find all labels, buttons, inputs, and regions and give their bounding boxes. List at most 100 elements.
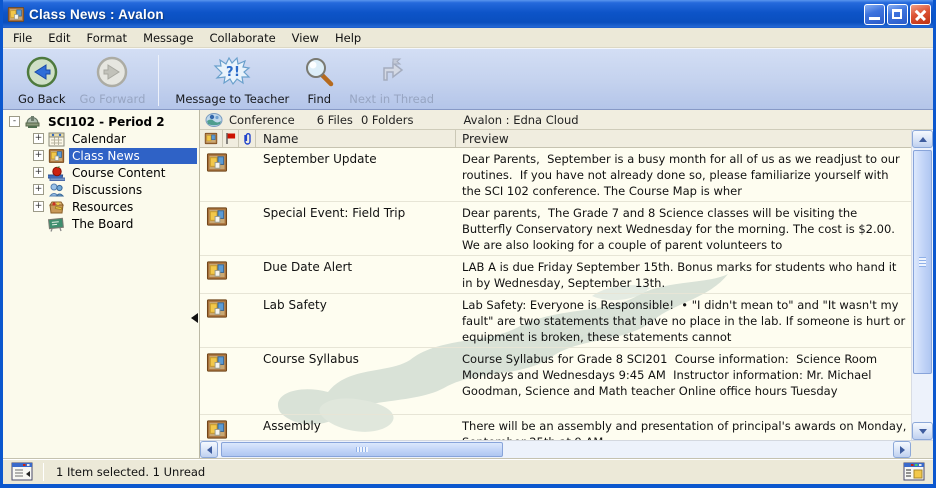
column-name[interactable]: Name bbox=[256, 130, 456, 147]
message-list: September Update Dear Parents, September… bbox=[200, 148, 933, 440]
scroll-right-button[interactable] bbox=[893, 441, 911, 458]
menu-edit[interactable]: Edit bbox=[40, 29, 78, 47]
window-title: Class News : Avalon bbox=[29, 7, 862, 22]
menu-file[interactable]: File bbox=[5, 29, 40, 47]
menu-message[interactable]: Message bbox=[135, 29, 201, 47]
maximize-button[interactable] bbox=[887, 4, 908, 25]
vertical-scroll-thumb[interactable] bbox=[913, 150, 932, 374]
horizontal-scroll-thumb[interactable] bbox=[221, 442, 503, 457]
item-preview: Lab Safety: Everyone is Responsible! • "… bbox=[456, 294, 911, 347]
main-area: - SCI102 - Period 2 + bbox=[3, 110, 933, 458]
conference-panel: Conference 6 Files 0 Folders Avalon : Ed… bbox=[200, 110, 933, 458]
horizontal-scrollbar bbox=[200, 440, 933, 458]
app-window: Class News : Avalon File Edit Format Mes… bbox=[0, 0, 936, 488]
status-separator bbox=[43, 463, 44, 481]
tree-label[interactable]: SCI102 - Period 2 bbox=[45, 114, 168, 130]
item-preview: Dear Parents, September is a busy month … bbox=[456, 148, 911, 201]
chalkboard-icon bbox=[48, 216, 65, 232]
menu-view[interactable]: View bbox=[284, 29, 327, 47]
scroll-up-button[interactable] bbox=[912, 130, 933, 148]
unread-flag-icon[interactable] bbox=[223, 130, 239, 147]
find-button[interactable]: Find bbox=[296, 52, 342, 109]
calendar-icon bbox=[48, 131, 65, 147]
next-in-thread-button[interactable]: Next in Thread bbox=[342, 52, 441, 109]
collapse-pane-icon[interactable] bbox=[11, 462, 33, 481]
tree-label[interactable]: Resources bbox=[69, 199, 136, 215]
folders-count: 0 Folders bbox=[361, 113, 414, 127]
expand-box[interactable]: + bbox=[33, 167, 44, 178]
tree-label[interactable]: The Board bbox=[69, 216, 136, 232]
list-item[interactable]: Lab Safety Lab Safety: Everyone is Respo… bbox=[200, 294, 911, 348]
column-preview[interactable]: Preview bbox=[456, 130, 911, 147]
tree-item-the-board[interactable]: The Board bbox=[3, 215, 199, 232]
message-to-teacher-label: Message to Teacher bbox=[175, 92, 289, 106]
vertical-scroll-track[interactable] bbox=[912, 148, 933, 422]
tree-item-course-content[interactable]: + Course Content bbox=[3, 164, 199, 181]
tree-label[interactable]: Calendar bbox=[69, 131, 129, 147]
find-label: Find bbox=[307, 92, 331, 106]
item-name: Lab Safety bbox=[256, 294, 456, 347]
paperclip-icon[interactable] bbox=[239, 130, 256, 147]
scrollbar-corner bbox=[911, 441, 933, 458]
splitter-collapse-arrow[interactable] bbox=[191, 313, 198, 323]
go-back-button[interactable]: Go Back bbox=[11, 52, 73, 109]
split-view-icon[interactable] bbox=[903, 462, 925, 481]
tree-label[interactable]: Class News bbox=[69, 148, 197, 164]
minimize-button[interactable] bbox=[864, 4, 885, 25]
tree-item-resources[interactable]: + Resources bbox=[3, 198, 199, 215]
list-item[interactable]: Special Event: Field Trip Dear parents, … bbox=[200, 202, 911, 256]
close-button[interactable] bbox=[910, 4, 931, 25]
list-item[interactable]: September Update Dear Parents, September… bbox=[200, 148, 911, 202]
tree-item-calendar[interactable]: + Calendar bbox=[3, 130, 199, 147]
item-name: Due Date Alert bbox=[256, 256, 456, 293]
collapse-box[interactable]: - bbox=[9, 116, 20, 127]
message-to-teacher-button[interactable]: ? ! Message to Teacher bbox=[168, 52, 296, 109]
files-count: 6 Files bbox=[317, 113, 353, 127]
tree-label[interactable]: Course Content bbox=[69, 165, 168, 181]
bulletin-board-icon bbox=[200, 348, 256, 414]
horizontal-scroll-track[interactable] bbox=[218, 441, 893, 458]
conference-info-bar: Conference 6 Files 0 Folders Avalon : Ed… bbox=[200, 110, 933, 130]
bulletin-board-icon bbox=[48, 148, 65, 164]
item-name: Assembly bbox=[256, 415, 456, 440]
list-item[interactable]: Due Date Alert LAB A is due Friday Septe… bbox=[200, 256, 911, 294]
tree-item-sci102[interactable]: - SCI102 - Period 2 bbox=[3, 113, 199, 130]
magnifier-icon bbox=[303, 54, 335, 90]
expand-box[interactable]: + bbox=[33, 150, 44, 161]
expand-box[interactable]: + bbox=[33, 201, 44, 212]
item-preview: Course Syllabus for Grade 8 SCI201 Cours… bbox=[456, 348, 911, 414]
bulletin-board-icon bbox=[7, 6, 25, 23]
scroll-down-button[interactable] bbox=[912, 422, 933, 440]
discussion-people-icon bbox=[48, 182, 65, 198]
expand-box[interactable]: + bbox=[33, 184, 44, 195]
svg-text:!: ! bbox=[234, 65, 240, 80]
conference-icon bbox=[205, 112, 223, 127]
menu-help[interactable]: Help bbox=[327, 29, 369, 47]
scroll-left-button[interactable] bbox=[200, 441, 218, 458]
forward-arrow-icon bbox=[96, 54, 128, 90]
resources-box-icon bbox=[48, 199, 65, 215]
status-text: 1 Item selected. 1 Unread bbox=[56, 465, 903, 479]
status-bar: 1 Item selected. 1 Unread bbox=[3, 458, 933, 484]
back-arrow-icon bbox=[26, 54, 58, 90]
apple-books-icon bbox=[48, 165, 65, 181]
item-name: Special Event: Field Trip bbox=[256, 202, 456, 255]
expand-box[interactable]: + bbox=[33, 133, 44, 144]
titlebar[interactable]: Class News : Avalon bbox=[0, 0, 936, 28]
bulletin-board-icon bbox=[200, 256, 256, 293]
list-item[interactable]: Assembly There will be an assembly and p… bbox=[200, 415, 911, 440]
tree-item-discussions[interactable]: + Discussions bbox=[3, 181, 199, 198]
go-forward-button[interactable]: Go Forward bbox=[73, 52, 153, 109]
message-item-icon[interactable] bbox=[200, 130, 223, 147]
go-back-label: Go Back bbox=[18, 92, 66, 106]
menu-collaborate[interactable]: Collaborate bbox=[201, 29, 283, 47]
tree-item-class-news[interactable]: + Class News bbox=[3, 147, 199, 164]
toolbar-separator bbox=[158, 55, 159, 106]
column-header-row: Name Preview bbox=[200, 130, 933, 148]
tree-label[interactable]: Discussions bbox=[69, 182, 145, 198]
list-item[interactable]: Course Syllabus Course Syllabus for Grad… bbox=[200, 348, 911, 415]
menu-format[interactable]: Format bbox=[79, 29, 136, 47]
conference-type-label: Conference bbox=[229, 113, 295, 127]
menu-bar: File Edit Format Message Collaborate Vie… bbox=[3, 28, 933, 48]
bulletin-board-icon bbox=[200, 202, 256, 255]
